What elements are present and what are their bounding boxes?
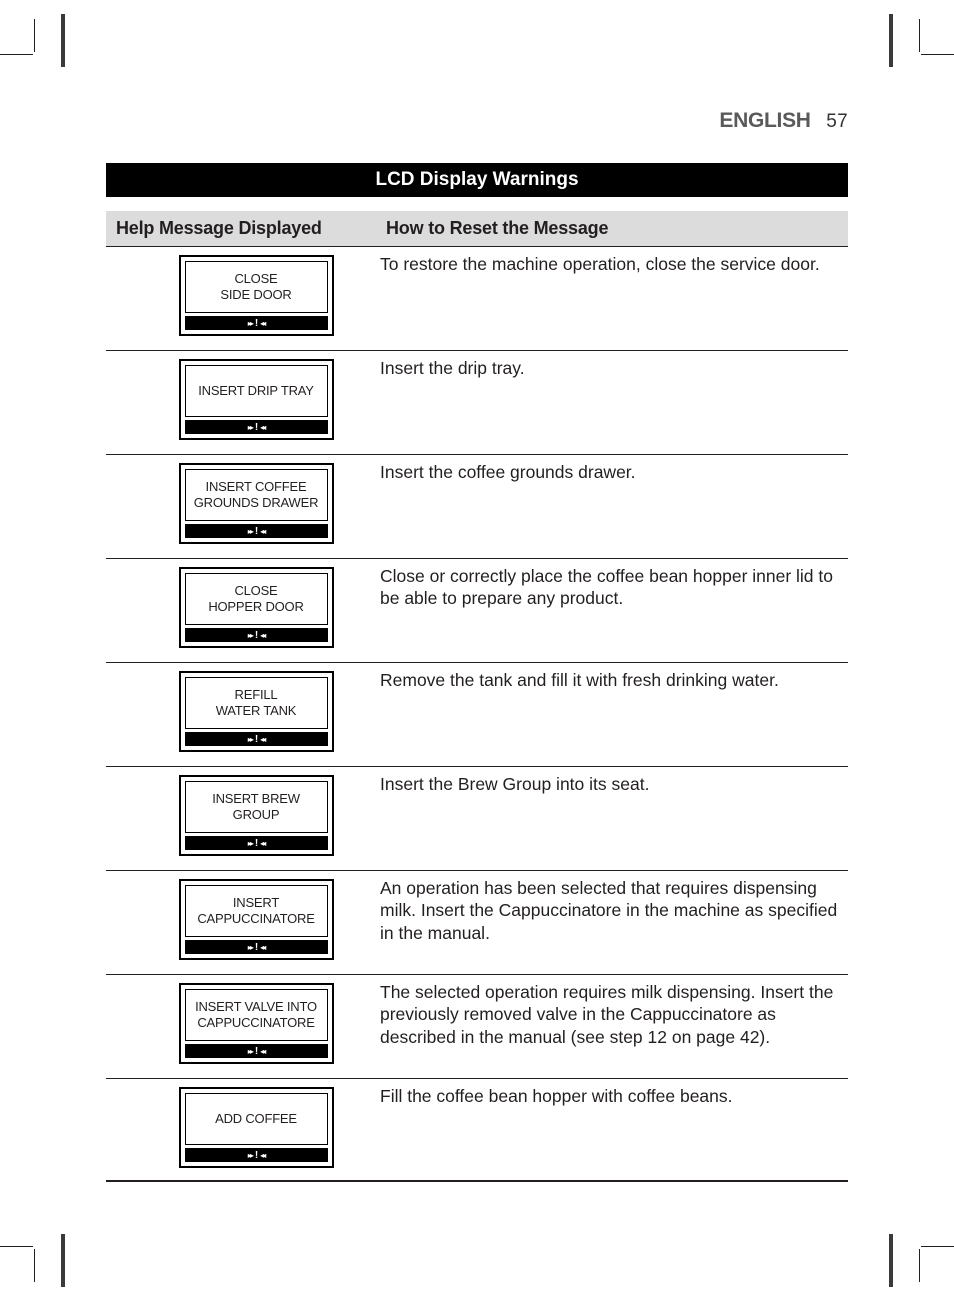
lcd-cell: REFILLWATER TANK ▸▸!◂◂ <box>106 669 376 760</box>
language-label: ENGLISH <box>719 109 810 132</box>
crop-mark <box>34 19 35 52</box>
lcd-message: INSERT BREW GROUP <box>185 781 328 833</box>
lcd-cell: CLOSEHOPPER DOOR ▸▸!◂◂ <box>106 565 376 656</box>
table-row: CLOSEHOPPER DOOR ▸▸!◂◂ Close or correctly … <box>106 558 848 662</box>
lcd-display: ADD COFFEE ▸▸!◂◂ <box>179 1087 334 1168</box>
lcd-message: CLOSESIDE DOOR <box>185 261 328 313</box>
page-number: 57 <box>826 111 848 132</box>
lcd-display: INSERT COFFEEGROUNDS DRAWER ▸▸!◂◂ <box>179 463 334 544</box>
lcd-message: INSERT VALVE INTOCAPPUCCINATORE <box>185 989 328 1041</box>
crop-mark <box>921 54 954 55</box>
lcd-message: INSERT COFFEEGROUNDS DRAWER <box>185 469 328 521</box>
lcd-cell: INSERTCAPPUCCINATORE ▸▸!◂◂ <box>106 877 376 968</box>
reset-instruction: Remove the tank and fill it with fresh d… <box>376 669 848 760</box>
lcd-cell: INSERT DRIP TRAY ▸▸!◂◂ <box>106 357 376 448</box>
lcd-display: CLOSESIDE DOOR ▸▸!◂◂ <box>179 255 334 336</box>
table-row: INSERT BREW GROUP ▸▸!◂◂ Insert the Brew Gr… <box>106 766 848 870</box>
table-row: INSERT DRIP TRAY ▸▸!◂◂ Insert the drip tra… <box>106 350 848 454</box>
running-head: ENGLISH 57 <box>106 109 848 133</box>
table-row: CLOSESIDE DOOR ▸▸!◂◂ To restore the machin… <box>106 246 848 350</box>
lcd-alert-icon: ▸▸!◂◂ <box>185 732 328 746</box>
lcd-alert-icon: ▸▸!◂◂ <box>185 420 328 434</box>
lcd-cell: INSERT BREW GROUP ▸▸!◂◂ <box>106 773 376 864</box>
crop-mark <box>0 54 33 55</box>
table-row: INSERTCAPPUCCINATORE ▸▸!◂◂ An operation ha… <box>106 870 848 974</box>
lcd-message: CLOSEHOPPER DOOR <box>185 573 328 625</box>
column-header-right: How to Reset the Message <box>386 218 608 238</box>
lcd-cell: ADD COFFEE ▸▸!◂◂ <box>106 1085 376 1174</box>
crop-mark <box>34 1249 35 1282</box>
lcd-display: INSERTCAPPUCCINATORE ▸▸!◂◂ <box>179 879 334 960</box>
table-header-row: Help Message Displayed How to Reset the … <box>106 197 848 246</box>
lcd-display: INSERT BREW GROUP ▸▸!◂◂ <box>179 775 334 856</box>
lcd-message: INSERTCAPPUCCINATORE <box>185 885 328 937</box>
lcd-display: CLOSEHOPPER DOOR ▸▸!◂◂ <box>179 567 334 648</box>
reset-instruction: The selected operation requires milk dis… <box>376 981 848 1072</box>
table-row: INSERT VALVE INTOCAPPUCCINATORE ▸▸!◂◂ The … <box>106 974 848 1078</box>
lcd-alert-icon: ▸▸!◂◂ <box>185 940 328 954</box>
crop-mark <box>919 19 920 52</box>
lcd-alert-icon: ▸▸!◂◂ <box>185 316 328 330</box>
lcd-display: REFILLWATER TANK ▸▸!◂◂ <box>179 671 334 752</box>
table-row: ADD COFFEE ▸▸!◂◂ Fill the coffee bean hopp… <box>106 1078 848 1182</box>
lcd-message: INSERT DRIP TRAY <box>185 365 328 417</box>
lcd-alert-icon: ▸▸!◂◂ <box>185 1044 328 1058</box>
lcd-cell: INSERT COFFEEGROUNDS DRAWER ▸▸!◂◂ <box>106 461 376 552</box>
table-body: CLOSESIDE DOOR ▸▸!◂◂ To restore the machin… <box>106 246 848 1182</box>
lcd-message: REFILLWATER TANK <box>185 677 328 729</box>
table-row: REFILLWATER TANK ▸▸!◂◂ Remove the tank and… <box>106 662 848 766</box>
reset-instruction: An operation has been selected that requ… <box>376 877 848 968</box>
lcd-cell: INSERT VALVE INTOCAPPUCCINATORE ▸▸!◂◂ <box>106 981 376 1072</box>
lcd-alert-icon: ▸▸!◂◂ <box>185 836 328 850</box>
lcd-message: ADD COFFEE <box>185 1093 328 1145</box>
lcd-alert-icon: ▸▸!◂◂ <box>185 1148 328 1162</box>
lcd-display: INSERT VALVE INTOCAPPUCCINATORE ▸▸!◂◂ <box>179 983 334 1064</box>
lcd-display: INSERT DRIP TRAY ▸▸!◂◂ <box>179 359 334 440</box>
table-row: INSERT COFFEEGROUNDS DRAWER ▸▸!◂◂ Insert t… <box>106 454 848 558</box>
lcd-alert-icon: ▸▸!◂◂ <box>185 628 328 642</box>
lcd-cell: CLOSESIDE DOOR ▸▸!◂◂ <box>106 253 376 344</box>
reset-instruction: Fill the coffee bean hopper with coffee … <box>376 1085 848 1174</box>
crop-mark <box>919 1249 920 1282</box>
reset-instruction: Close or correctly place the coffee bean… <box>376 565 848 656</box>
lcd-alert-icon: ▸▸!◂◂ <box>185 524 328 538</box>
crop-mark <box>921 1246 954 1247</box>
column-header-left: Help Message Displayed <box>116 218 322 238</box>
section-title: LCD Display Warnings <box>106 163 848 197</box>
manual-page: ENGLISH 57 LCD Display Warnings Help Mes… <box>34 54 920 1247</box>
crop-mark <box>0 1246 33 1247</box>
reset-instruction: Insert the drip tray. <box>376 357 848 448</box>
reset-instruction: To restore the machine operation, close … <box>376 253 848 344</box>
reset-instruction: Insert the coffee grounds drawer. <box>376 461 848 552</box>
reset-instruction: Insert the Brew Group into its seat. <box>376 773 848 864</box>
